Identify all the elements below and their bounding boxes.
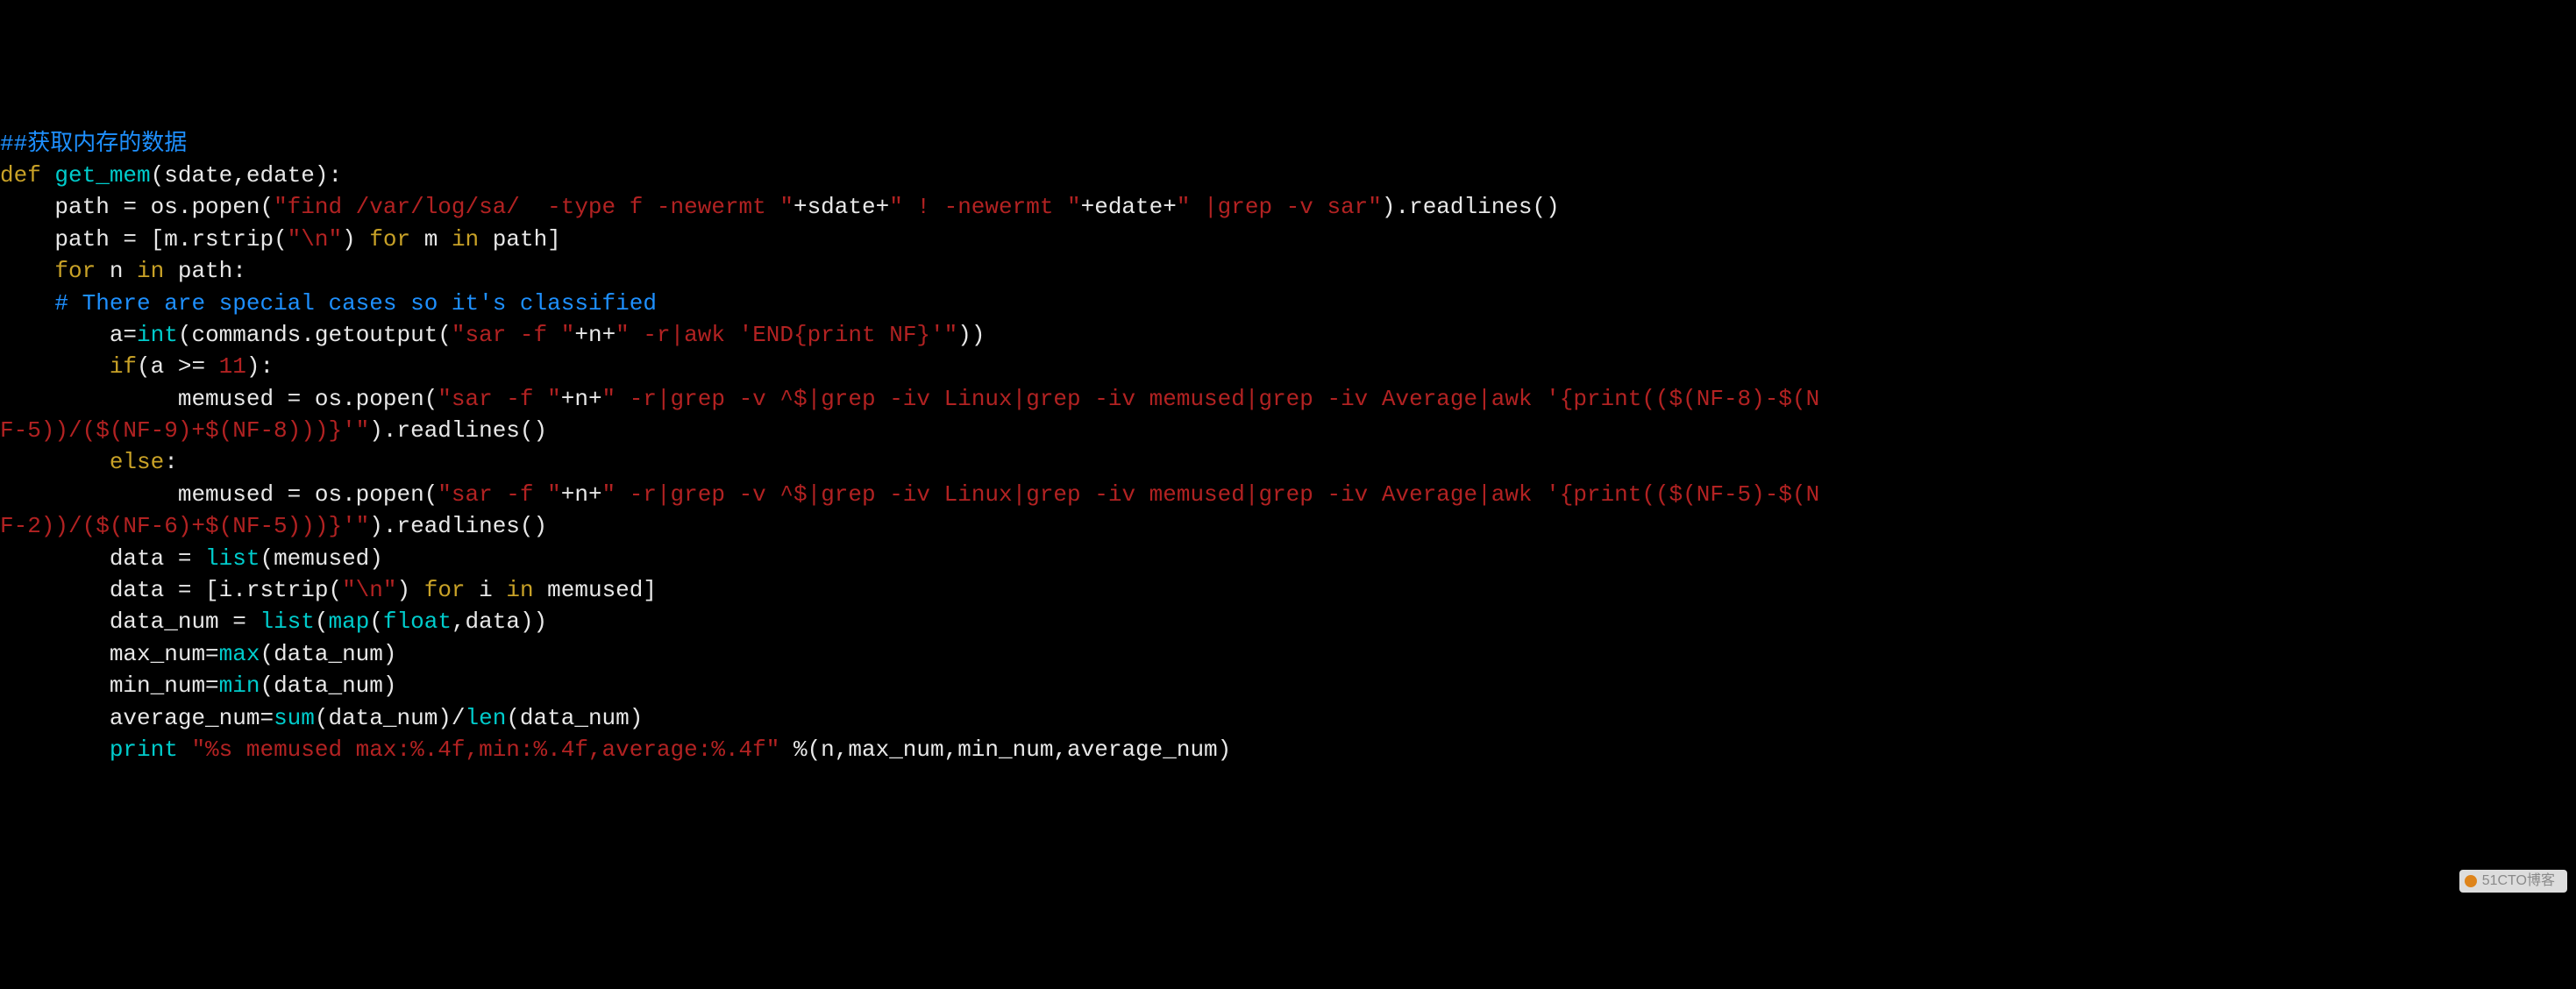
string-literal: "find /var/log/sa/ -type f -newermt " <box>274 194 793 220</box>
code-line: min_num=min(data_num) <box>0 672 397 699</box>
string-literal: "sar -f " <box>438 481 560 508</box>
function-name: get_mem <box>54 162 150 189</box>
comment: # There are special cases so it's classi… <box>54 290 657 317</box>
builtin-sum: sum <box>274 705 315 731</box>
string-literal: F-2))/($(NF-6)+$(NF-5)))}'" <box>0 513 369 539</box>
code-line: path = [m.rstrip("\n") for m in path] <box>0 226 561 253</box>
builtin-list: list <box>205 545 260 572</box>
code-line: # There are special cases so it's classi… <box>0 290 657 317</box>
keyword-def: def <box>0 162 41 189</box>
number-literal: 11 <box>219 353 246 380</box>
code-line: if(a >= 11): <box>0 353 274 380</box>
keyword-in: in <box>137 258 164 284</box>
args: (sdate,edate): <box>151 162 342 189</box>
string-literal: " -r|grep -v ^$|grep -iv Linux|grep -iv … <box>602 386 1820 412</box>
string-literal: F-5))/($(NF-9)+$(NF-8)))}'" <box>0 417 369 444</box>
string-literal: "sar -f " <box>438 386 560 412</box>
code-line: F-5))/($(NF-9)+$(NF-8)))}'").readlines() <box>0 417 547 444</box>
keyword-if: if <box>110 353 137 380</box>
string-literal: " |grep -v sar" <box>1177 194 1382 220</box>
builtin-int: int <box>137 322 178 348</box>
code-line: max_num=max(data_num) <box>0 641 397 667</box>
code-line: data = list(memused) <box>0 545 383 572</box>
keyword-in: in <box>452 226 479 253</box>
builtin-float: float <box>383 608 452 635</box>
string-literal: " -r|awk 'END{print NF}'" <box>616 322 957 348</box>
code-line: data = [i.rstrip("\n") for i in memused] <box>0 577 657 603</box>
code-line: ##获取内存的数据 <box>0 131 187 157</box>
string-literal: " -r|grep -v ^$|grep -iv Linux|grep -iv … <box>602 481 1820 508</box>
keyword-in: in <box>506 577 533 603</box>
string-literal: " ! -newermt " <box>889 194 1080 220</box>
string-literal: "%s memused max:%.4f,min:%.4f,average:%.… <box>191 736 779 763</box>
watermark-badge: 51CTO博客 <box>2459 870 2567 893</box>
code-line: data_num = list(map(float,data)) <box>0 608 547 635</box>
identifier: path = os.popen( <box>54 194 274 220</box>
code-line: path = os.popen("find /var/log/sa/ -type… <box>0 194 1560 220</box>
keyword-print: print <box>110 736 178 763</box>
comment: ##获取内存的数据 <box>0 131 187 157</box>
code-line: memused = os.popen("sar -f "+n+" -r|grep… <box>0 481 1819 508</box>
string-literal: "sar -f " <box>452 322 574 348</box>
code-line: a=int(commands.getoutput("sar -f "+n+" -… <box>0 322 985 348</box>
builtin-min: min <box>219 672 260 699</box>
code-line: memused = os.popen("sar -f "+n+" -r|grep… <box>0 386 1819 412</box>
code-line: def get_mem(sdate,edate): <box>0 162 342 189</box>
keyword-for: for <box>424 577 466 603</box>
keyword-else: else <box>110 449 164 475</box>
keyword-for: for <box>369 226 410 253</box>
builtin-len: len <box>466 705 507 731</box>
code-line: F-2))/($(NF-6)+$(NF-5)))}'").readlines() <box>0 513 547 539</box>
code-line: print "%s memused max:%.4f,min:%.4f,aver… <box>0 736 1231 763</box>
builtin-map: map <box>329 608 370 635</box>
code-editor[interactable]: ##获取内存的数据 def get_mem(sdate,edate): path… <box>0 128 2576 766</box>
string-literal: "\n" <box>342 577 396 603</box>
code-line: average_num=sum(data_num)/len(data_num) <box>0 705 643 731</box>
code-line: else: <box>0 449 178 475</box>
builtin-max: max <box>219 641 260 667</box>
string-literal: "\n" <box>288 226 342 253</box>
keyword-for: for <box>54 258 96 284</box>
code-line: for n in path: <box>0 258 246 284</box>
builtin-list: list <box>260 608 314 635</box>
